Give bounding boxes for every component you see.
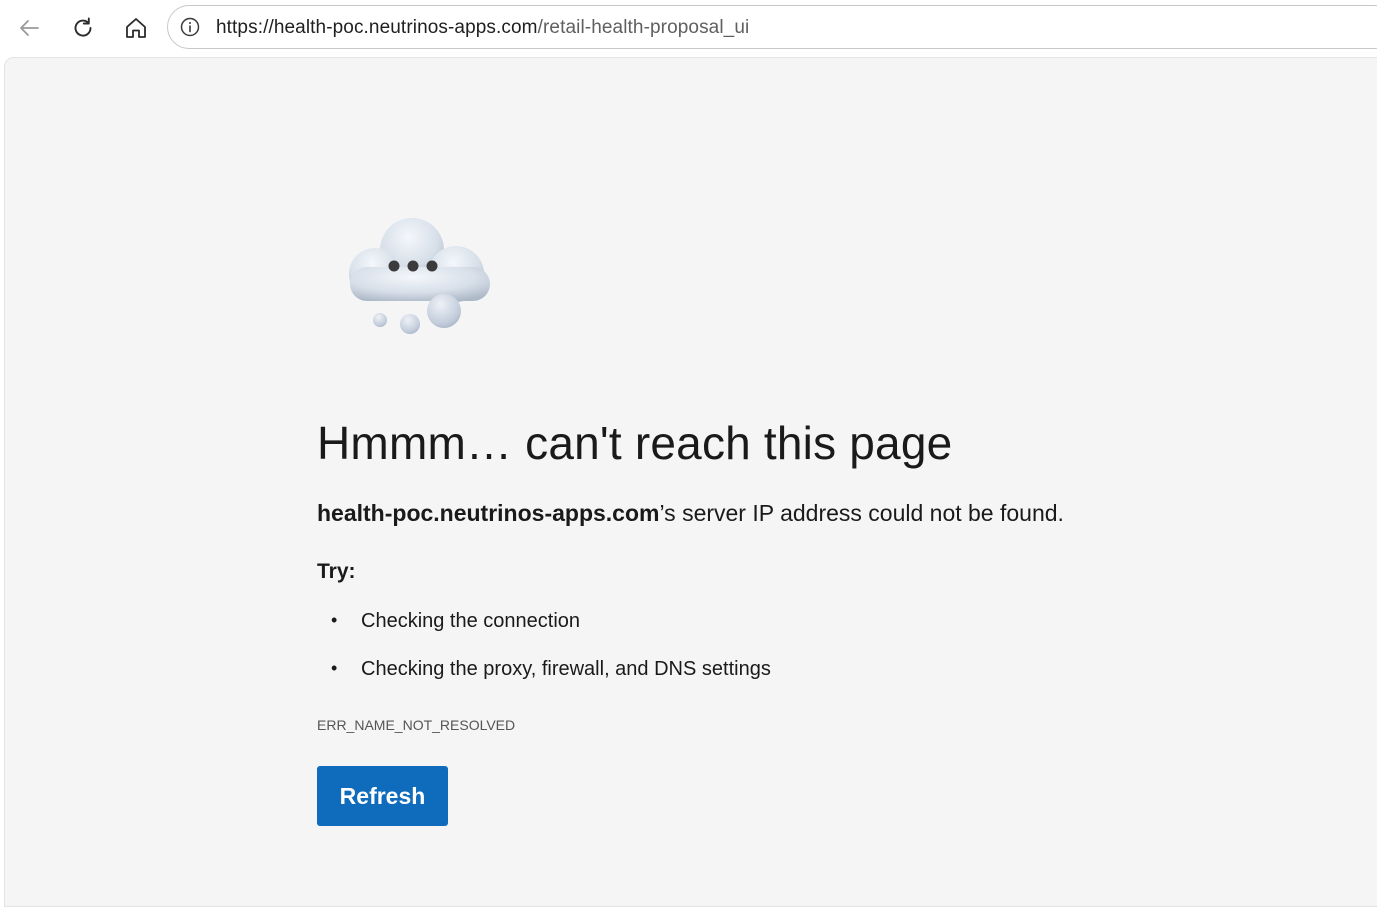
- reload-icon: [74, 17, 92, 37]
- reload-button[interactable]: [65, 10, 101, 46]
- try-label: Try:: [317, 560, 356, 583]
- browser-toolbar: https://health-poc.neutrinos-apps.com/re…: [0, 0, 1377, 56]
- address-url[interactable]: https://health-poc.neutrinos-apps.com/re…: [216, 17, 749, 39]
- bullet-icon: •: [331, 658, 338, 678]
- error-message-suffix: ’s server IP address could not be found.: [659, 500, 1064, 526]
- suggestion-text: Checking the proxy, firewall, and DNS se…: [361, 658, 771, 680]
- error-code: ERR_NAME_NOT_RESOLVED: [317, 717, 516, 733]
- error-host: health-poc.neutrinos-apps.com: [317, 500, 660, 526]
- page-content: [4, 57, 1377, 907]
- thinking-cloud-icon: [349, 218, 490, 334]
- address-bar[interactable]: https://health-poc.neutrinos-apps.com/re…: [167, 5, 1377, 49]
- suggestion-text: Checking the connection: [361, 610, 581, 632]
- home-icon: [126, 18, 146, 38]
- home-button[interactable]: [118, 10, 154, 46]
- refresh-button[interactable]: Refresh: [317, 766, 448, 826]
- url-host: https://health-poc.neutrinos-apps.com: [216, 17, 538, 38]
- back-button[interactable]: [11, 10, 47, 46]
- page-title: Hmmm… can't reach this page: [317, 417, 953, 469]
- error-message: health-poc.neutrinos-apps.com’s server I…: [317, 500, 1064, 527]
- url-path: /retail-health-proposal_ui: [537, 17, 750, 38]
- back-arrow-icon: [20, 20, 39, 36]
- info-icon[interactable]: [180, 17, 200, 37]
- bullet-icon: •: [331, 610, 338, 630]
